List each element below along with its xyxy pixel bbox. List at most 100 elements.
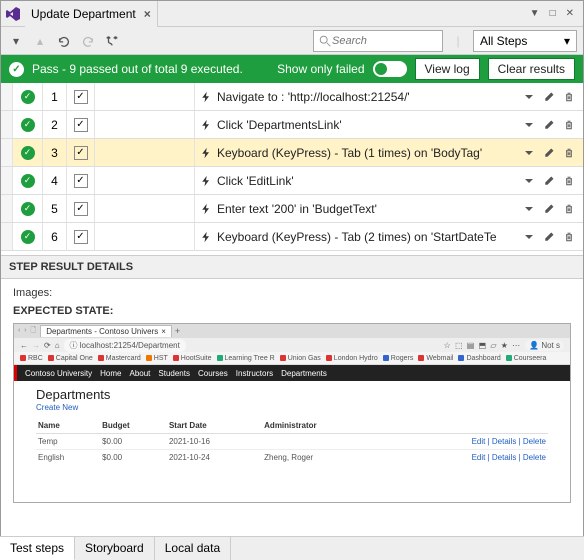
- step-row[interactable]: ✓2✓Click 'DepartmentsLink': [1, 111, 583, 139]
- chevron-down-icon: ▾: [564, 34, 570, 48]
- expected-state-preview: ‹ › 🗋 Departments - Contoso Univers× + ←…: [13, 323, 571, 503]
- expand-icon[interactable]: [523, 147, 535, 159]
- status-cell: ✓: [13, 83, 43, 110]
- results-bar: ✓ Pass - 9 passed out of total 9 execute…: [1, 55, 583, 83]
- row-handle[interactable]: [1, 167, 13, 194]
- enabled-checkbox[interactable]: ✓: [67, 111, 95, 138]
- bookmark-item: Webmail: [418, 355, 453, 362]
- expand-icon[interactable]: [523, 91, 535, 103]
- step-row[interactable]: ✓6✓Keyboard (KeyPress) - Tab (2 times) o…: [1, 223, 583, 251]
- row-handle[interactable]: [1, 139, 13, 166]
- step-description: Enter text '200' in 'BudgetText': [217, 202, 515, 216]
- col-header: Administrator: [262, 418, 382, 434]
- delete-icon[interactable]: [563, 231, 575, 243]
- status-cell: ✓: [13, 167, 43, 194]
- expand-icon[interactable]: [523, 231, 535, 243]
- step-row[interactable]: ✓1✓Navigate to : 'http://localhost:21254…: [1, 83, 583, 111]
- delete-icon[interactable]: [563, 91, 575, 103]
- edit-icon[interactable]: [543, 175, 555, 187]
- step-row[interactable]: ✓4✓Click 'EditLink': [1, 167, 583, 195]
- undo-icon[interactable]: [55, 32, 73, 50]
- step-description: Keyboard (KeyPress) - Tab (2 times) on '…: [217, 230, 515, 244]
- expand-icon[interactable]: [523, 203, 535, 215]
- enabled-checkbox[interactable]: ✓: [67, 223, 95, 250]
- show-only-failed-toggle[interactable]: [373, 61, 407, 77]
- bottom-tab[interactable]: Test steps: [0, 536, 75, 560]
- nav-item: About: [129, 369, 150, 378]
- steps-filter-dropdown[interactable]: All Steps ▾: [473, 30, 577, 52]
- redo-icon[interactable]: [79, 32, 97, 50]
- edit-icon[interactable]: [543, 119, 555, 131]
- window-maximize-icon[interactable]: □: [545, 8, 561, 19]
- expand-icon[interactable]: [523, 175, 535, 187]
- edit-icon[interactable]: [543, 147, 555, 159]
- search-box[interactable]: [313, 30, 443, 52]
- document-tab[interactable]: Update Department ×: [25, 1, 158, 27]
- spacer-cell: [95, 167, 195, 194]
- create-new-link: Create New: [36, 403, 78, 412]
- step-number: 4: [43, 167, 67, 194]
- row-handle[interactable]: [1, 195, 13, 222]
- step-row[interactable]: ✓3✓Keyboard (KeyPress) - Tab (1 times) o…: [1, 139, 583, 167]
- branch-icon[interactable]: [103, 32, 121, 50]
- row-handle[interactable]: [1, 111, 13, 138]
- step-number: 6: [43, 223, 67, 250]
- bookmark-item: Learning Tree R: [217, 355, 275, 362]
- bottom-tab[interactable]: Local data: [155, 537, 231, 560]
- search-input[interactable]: [332, 35, 432, 47]
- delete-icon[interactable]: [563, 119, 575, 131]
- toolbar-dropdown-icon[interactable]: ▾: [7, 32, 25, 50]
- enabled-checkbox[interactable]: ✓: [67, 167, 95, 194]
- enabled-checkbox[interactable]: ✓: [67, 195, 95, 222]
- action-icon: [195, 175, 217, 187]
- vs-logo-icon: [5, 6, 21, 22]
- addr-icons: ☆ ⬚ ▤ ⬒ ▱ ★ ⋯: [444, 341, 522, 350]
- spacer-cell: [95, 195, 195, 222]
- row-handle[interactable]: [1, 223, 13, 250]
- steps-filter-label: All Steps: [480, 34, 527, 48]
- bookmark-item: Dashboard: [458, 355, 500, 362]
- clear-results-button[interactable]: Clear results: [488, 58, 575, 80]
- nav-item: Instructors: [236, 369, 273, 378]
- pass-icon: ✓: [21, 90, 35, 104]
- nav-up-icon[interactable]: ▴: [31, 32, 49, 50]
- search-icon: [318, 34, 332, 48]
- details-header: STEP RESULT DETAILS: [1, 255, 583, 279]
- delete-icon[interactable]: [563, 175, 575, 187]
- bottom-tab[interactable]: Storyboard: [75, 537, 155, 560]
- view-log-button[interactable]: View log: [415, 58, 480, 80]
- enabled-checkbox[interactable]: ✓: [67, 139, 95, 166]
- steps-table: ✓1✓Navigate to : 'http://localhost:21254…: [1, 83, 583, 251]
- show-only-failed-label: Show only failed: [277, 62, 364, 76]
- spacer-cell: [95, 83, 195, 110]
- browser-controls: ‹ › 🗋: [18, 326, 37, 337]
- step-row[interactable]: ✓5✓Enter text '200' in 'BudgetText': [1, 195, 583, 223]
- new-tab-icon: +: [175, 326, 180, 336]
- edit-icon[interactable]: [543, 203, 555, 215]
- bookmark-item: Union Gas: [280, 355, 321, 362]
- expand-icon[interactable]: [523, 119, 535, 131]
- pass-icon: ✓: [21, 174, 35, 188]
- step-number: 5: [43, 195, 67, 222]
- spacer-cell: [95, 111, 195, 138]
- pass-icon: ✓: [21, 146, 35, 160]
- enabled-checkbox[interactable]: ✓: [67, 83, 95, 110]
- spacer-cell: [95, 139, 195, 166]
- delete-icon[interactable]: [563, 203, 575, 215]
- edit-icon[interactable]: [543, 231, 555, 243]
- action-icon: [195, 147, 217, 159]
- expected-state-label: EXPECTED STATE:: [13, 305, 571, 317]
- col-header: Start Date: [167, 418, 262, 434]
- tab-close-icon[interactable]: ×: [144, 7, 151, 21]
- window-dropdown-icon[interactable]: ▼: [525, 8, 545, 19]
- step-number: 1: [43, 83, 67, 110]
- pass-icon: ✓: [21, 118, 35, 132]
- step-description: Navigate to : 'http://localhost:21254/': [217, 90, 515, 104]
- edit-icon[interactable]: [543, 91, 555, 103]
- row-handle[interactable]: [1, 83, 13, 110]
- delete-icon[interactable]: [563, 147, 575, 159]
- col-header: Name: [36, 418, 100, 434]
- action-icon: [195, 231, 217, 243]
- window-close-icon[interactable]: ✕: [561, 8, 579, 19]
- table-row: Temp$0.002021-10-16Edit | Details | Dele…: [36, 434, 548, 450]
